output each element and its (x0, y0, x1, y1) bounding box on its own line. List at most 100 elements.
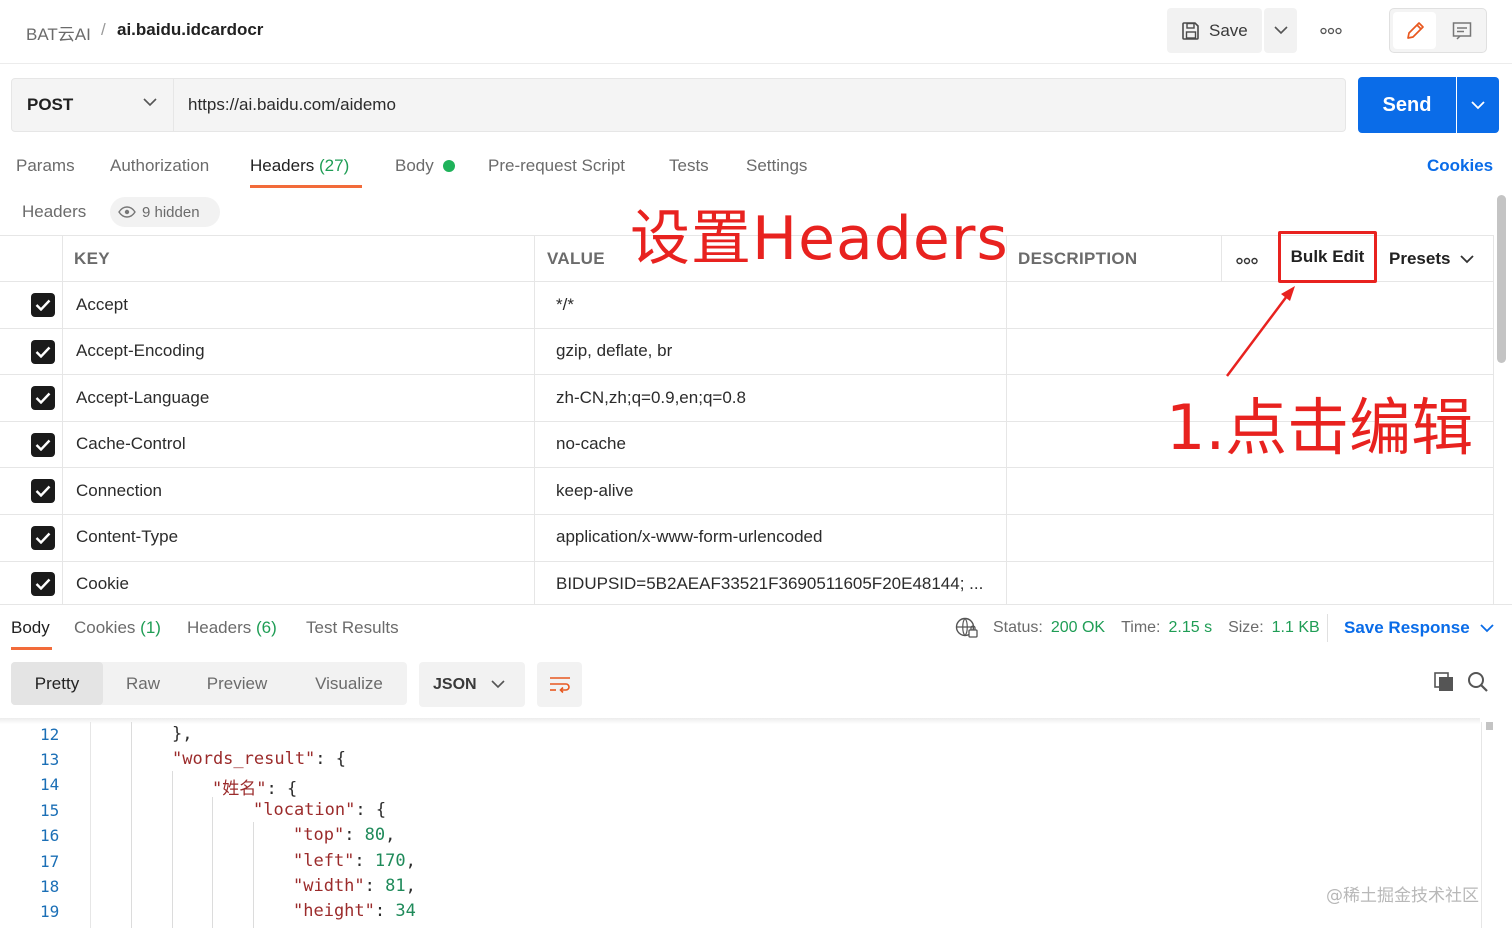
tab-body[interactable]: Body (395, 156, 434, 176)
row-value[interactable]: zh-CN,zh;q=0.9,en;q=0.8 (556, 388, 746, 408)
status-value: 200 OK (1050, 619, 1106, 636)
row-checkbox[interactable] (31, 526, 55, 550)
bulk-edit-button[interactable]: Bulk Edit (1278, 231, 1377, 283)
row-value[interactable]: no-cache (556, 434, 626, 454)
table-column-divider (1221, 235, 1222, 281)
editor-scroll-track (1481, 722, 1482, 928)
editor-gutter-divider (90, 722, 91, 928)
more-dots-icon (1236, 257, 1258, 265)
line-number: 17 (40, 852, 60, 871)
response-tab-body[interactable]: Body (11, 618, 50, 638)
tab-pre-request-script[interactable]: Pre-request Script (488, 156, 625, 176)
editor-scrollbar[interactable] (1486, 722, 1493, 730)
send-button[interactable]: Send (1358, 77, 1456, 133)
checkmark-icon (35, 532, 51, 544)
row-key[interactable]: Cookie (76, 574, 129, 594)
line-number: 19 (40, 902, 60, 921)
editor-shadow (0, 718, 1480, 724)
size-label: Size: (1228, 619, 1264, 636)
breadcrumb-request-name[interactable]: ai.baidu.idcardocr (117, 20, 263, 40)
wrap-lines-button[interactable] (537, 662, 582, 707)
chevron-down-icon (1480, 623, 1494, 633)
send-dropdown-button[interactable] (1457, 77, 1499, 133)
view-raw-button[interactable]: Raw (103, 662, 183, 705)
view-preview-button[interactable]: Preview (190, 662, 284, 705)
presets-dropdown[interactable]: Presets (1389, 249, 1475, 269)
row-value[interactable]: */* (556, 295, 574, 315)
response-tab-headers-count: (6) (256, 618, 277, 637)
chevron-down-icon (143, 98, 157, 107)
indent-guide (253, 822, 254, 928)
line-number: 16 (40, 826, 60, 845)
json-key: "words_result" (172, 749, 316, 769)
code-text: "left": 170, (293, 851, 416, 871)
view-pretty-button[interactable]: Pretty (11, 662, 103, 705)
row-key[interactable]: Content-Type (76, 527, 178, 547)
annotation-title: 设置Headers (630, 204, 1009, 274)
table-row-divider (0, 467, 1494, 468)
line-number: 12 (40, 725, 60, 744)
response-tab-cookies[interactable]: Cookies (1) (74, 618, 161, 638)
response-tab-headers[interactable]: Headers (6) (187, 618, 277, 638)
search-icon[interactable] (1467, 671, 1489, 693)
breadcrumb-workspace[interactable]: BAT云AI (26, 20, 91, 45)
cookies-link[interactable]: Cookies (1427, 156, 1493, 176)
code-text: "height": 34 (293, 901, 416, 921)
checkmark-icon (35, 299, 51, 311)
indent-guide (212, 797, 213, 928)
row-key[interactable]: Accept-Encoding (76, 341, 205, 361)
checkmark-icon (35, 346, 51, 358)
tab-tests[interactable]: Tests (669, 156, 709, 176)
row-checkbox[interactable] (31, 386, 55, 410)
table-scrollbar[interactable] (1497, 195, 1506, 363)
json-punct: : { (355, 800, 387, 820)
view-visualize-button[interactable]: Visualize (294, 662, 404, 705)
response-meta: Status: 200 OK Time: 2.15 s Size: 1.1 KB (955, 617, 1320, 639)
json-punct: , (385, 825, 396, 845)
comments-button[interactable] (1440, 12, 1483, 49)
tab-headers[interactable]: Headers (27) (250, 156, 349, 176)
chevron-down-icon (1471, 100, 1485, 110)
json-punct: : (374, 901, 396, 921)
row-value[interactable]: application/x-www-form-urlencoded (556, 527, 822, 547)
row-value[interactable]: keep-alive (556, 481, 634, 501)
row-key[interactable]: Cache-Control (76, 434, 186, 454)
hidden-headers-count: 9 hidden (142, 203, 200, 221)
url-input[interactable]: https://ai.baidu.com/aidemo (174, 78, 1346, 132)
edit-mode-button[interactable] (1393, 12, 1436, 49)
row-checkbox[interactable] (31, 340, 55, 364)
row-key[interactable]: Accept-Language (76, 388, 209, 408)
table-column-divider (1006, 235, 1007, 604)
json-number: 81 (385, 876, 406, 896)
save-response-dropdown[interactable]: Save Response (1344, 618, 1494, 638)
column-options-button[interactable] (1233, 251, 1261, 271)
tab-authorization[interactable]: Authorization (110, 156, 209, 176)
globe-lock-icon[interactable] (955, 617, 979, 639)
json-key: "height" (293, 901, 375, 921)
row-checkbox[interactable] (31, 479, 55, 503)
method-select[interactable]: POST (11, 78, 174, 132)
row-value[interactable]: gzip, deflate, br (556, 341, 672, 361)
column-header-description: DESCRIPTION (1018, 249, 1138, 268)
row-key[interactable]: Accept (76, 295, 128, 315)
copy-icon[interactable] (1433, 671, 1455, 693)
row-key[interactable]: Connection (76, 481, 162, 501)
row-checkbox[interactable] (31, 572, 55, 596)
row-checkbox[interactable] (31, 293, 55, 317)
row-value[interactable]: BIDUPSID=5B2AEAF33521F3690511605F20E4814… (556, 574, 983, 594)
watermark-text: @稀土掘金技术社区 (1326, 886, 1479, 906)
line-number: 13 (40, 750, 60, 769)
time-value: 2.15 s (1168, 619, 1213, 636)
more-options-button[interactable] (1316, 18, 1346, 44)
response-tab-test-results[interactable]: Test Results (306, 618, 399, 638)
hidden-headers-toggle[interactable]: 9 hidden (110, 197, 220, 227)
tab-settings[interactable]: Settings (746, 156, 807, 176)
tab-params[interactable]: Params (16, 156, 75, 176)
active-tab-indicator (250, 185, 362, 188)
save-dropdown-button[interactable] (1264, 8, 1297, 53)
format-select[interactable]: JSON (419, 662, 525, 707)
table-column-divider (1493, 235, 1494, 604)
row-checkbox[interactable] (31, 433, 55, 457)
save-button[interactable]: Save (1167, 8, 1262, 53)
json-key: "width" (293, 876, 365, 896)
